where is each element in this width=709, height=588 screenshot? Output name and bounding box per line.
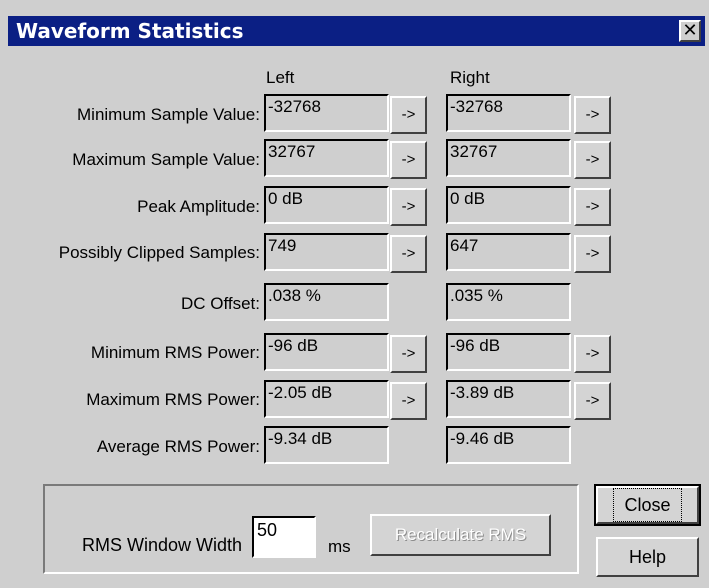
clipped-samples-right-field: 647 xyxy=(446,233,571,271)
goto-clipped-samples-right-button[interactable]: -> xyxy=(574,235,611,273)
max-sample-left-field: 32767 xyxy=(264,139,389,177)
close-button-label: Close xyxy=(613,488,682,522)
rms-window-width-input[interactable]: 50 xyxy=(252,516,316,558)
peak-amplitude-left-field: 0 dB xyxy=(264,186,389,224)
goto-max-rms-right-button[interactable]: -> xyxy=(574,382,611,420)
max-sample-right-field: 32767 xyxy=(446,139,571,177)
row-label-max-rms: Maximum RMS Power: xyxy=(86,390,260,409)
min-rms-left-field: -96 dB xyxy=(264,333,389,371)
column-header-left: Left xyxy=(266,68,295,87)
goto-min-rms-left-button[interactable]: -> xyxy=(390,335,427,373)
dc-offset-right-field: .035 % xyxy=(446,283,571,321)
goto-peak-amplitude-left-button[interactable]: -> xyxy=(390,188,427,226)
min-rms-right-field: -96 dB xyxy=(446,333,571,371)
rms-window-unit-label: ms xyxy=(328,537,351,556)
goto-clipped-samples-left-button[interactable]: -> xyxy=(390,235,427,273)
clipped-samples-left-field: 749 xyxy=(264,233,389,271)
waveform-statistics-dialog: Waveform Statistics ✕ Left Right Minimum… xyxy=(0,0,709,588)
dialog-title: Waveform Statistics xyxy=(16,19,244,43)
goto-min-sample-left-button[interactable]: -> xyxy=(390,96,427,134)
row-label-min-sample: Minimum Sample Value: xyxy=(77,105,260,124)
row-label-dc-offset: DC Offset: xyxy=(180,294,260,313)
goto-max-sample-right-button[interactable]: -> xyxy=(574,141,611,179)
rms-window-width-label: RMS Window Width xyxy=(82,535,243,555)
column-header-right: Right xyxy=(450,68,490,87)
avg-rms-right-field: -9.46 dB xyxy=(446,426,571,464)
min-sample-left-field: -32768 xyxy=(264,94,389,132)
goto-min-rms-right-button[interactable]: -> xyxy=(574,335,611,373)
peak-amplitude-right-field: 0 dB xyxy=(446,186,571,224)
goto-peak-amplitude-right-button[interactable]: -> xyxy=(574,188,611,226)
row-label-clipped-samples: Possibly Clipped Samples: xyxy=(58,243,260,262)
dc-offset-left-field: .038 % xyxy=(264,283,389,321)
row-label-avg-rms: Average RMS Power: xyxy=(96,437,260,456)
row-label-max-sample: Maximum Sample Value: xyxy=(72,150,260,169)
goto-min-sample-right-button[interactable]: -> xyxy=(574,96,611,134)
row-label-min-rms: Minimum RMS Power: xyxy=(90,343,260,362)
row-label-peak-amplitude: Peak Amplitude: xyxy=(137,197,260,216)
max-rms-right-field: -3.89 dB xyxy=(446,380,571,418)
min-sample-right-field: -32768 xyxy=(446,94,571,132)
close-button[interactable]: Close xyxy=(594,484,701,526)
avg-rms-left-field: -9.34 dB xyxy=(264,426,389,464)
title-bar: Waveform Statistics ✕ xyxy=(8,16,705,46)
goto-max-rms-left-button[interactable]: -> xyxy=(390,382,427,420)
goto-max-sample-left-button[interactable]: -> xyxy=(390,141,427,179)
help-button[interactable]: Help xyxy=(596,537,699,577)
close-icon[interactable]: ✕ xyxy=(679,20,701,42)
recalculate-rms-button[interactable]: Recalculate RMS xyxy=(370,514,551,556)
max-rms-left-field: -2.05 dB xyxy=(264,380,389,418)
